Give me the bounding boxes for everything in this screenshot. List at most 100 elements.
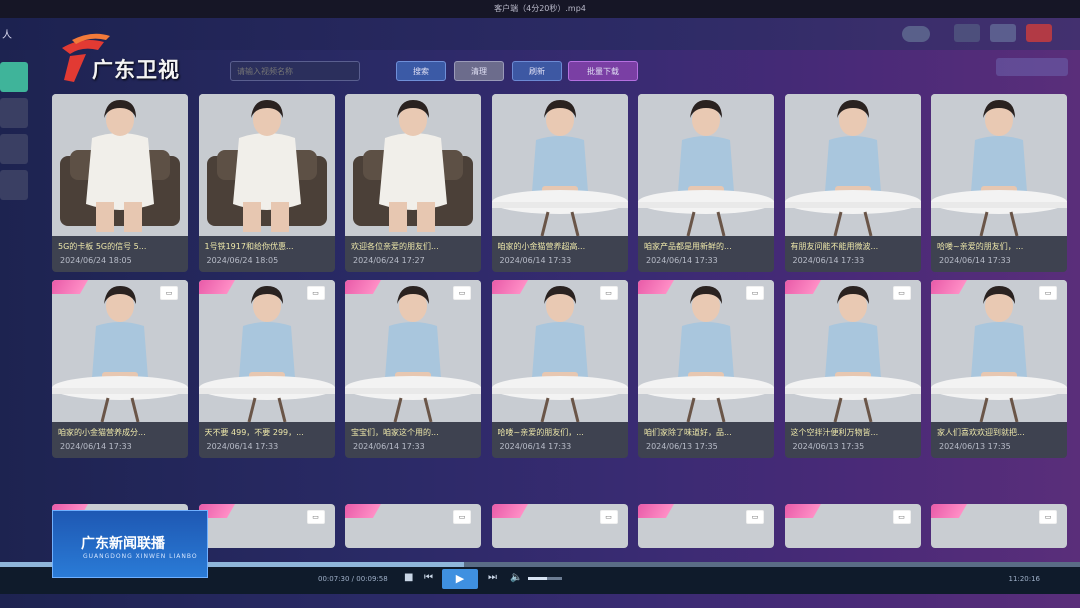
video-card[interactable]: ▭ [198,504,335,548]
select-checkbox-icon[interactable]: ▭ [599,510,618,524]
video-thumbnail[interactable] [491,280,628,422]
video-thumbnail[interactable] [931,94,1067,236]
next-icon[interactable]: ⏭ [488,572,497,583]
video-thumbnail[interactable] [52,94,188,236]
video-caption: 这个空拌汁便利万物皆... [790,428,879,437]
search-input[interactable] [230,61,360,81]
volume-icon[interactable]: 🔈 [510,572,522,583]
select-checkbox-icon[interactable]: ▭ [892,286,911,300]
video-card[interactable]: ▭ [491,504,628,548]
video-date: 2024/06/14 17:33 [646,256,718,265]
window-title: 客户端（4分20秒）.mp4 [494,4,586,13]
clear-button[interactable]: 清理 [454,61,504,81]
video-date: 2024/06/14 17:33 [499,442,572,451]
presenter-image [491,94,628,236]
maximize-button[interactable] [990,24,1016,42]
video-card[interactable]: ▭ 咱们家除了味道好，品... 2024/06/13 17:35 [638,280,774,458]
video-caption: 天不要 499，不要 299，... [204,428,304,437]
select-checkbox-icon[interactable]: ▭ [1039,510,1057,524]
news-logo-text: 广东新闻联播 [81,536,165,552]
video-thumbnail[interactable] [638,94,774,236]
sidebar-item-3[interactable] [0,134,28,164]
video-card[interactable]: 1号铁1917和给你优惠... 2024/06/24 18:05 [198,94,335,272]
video-card[interactable]: ▭ [345,504,481,548]
monitor-screen: 客户端（4分20秒）.mp4 人 广东卫视 搜索 清理 刷新 批量下载 5G的卡… [0,0,1080,608]
video-card[interactable]: ▭ 这个空拌汁便利万物皆... 2024/06/13 17:35 [784,280,921,458]
video-thumbnail[interactable] [345,94,481,236]
close-button[interactable] [1026,24,1052,42]
refresh-button[interactable]: 刷新 [512,61,562,81]
video-caption: 咱家的小金猫营养超高... [497,242,586,251]
query-button[interactable]: 搜索 [396,61,446,81]
video-card[interactable]: 咱家产品都是用新鲜的... 2024/06/14 17:33 [638,94,774,272]
select-checkbox-icon[interactable]: ▭ [892,510,911,524]
video-thumbnail[interactable] [198,280,335,422]
video-card[interactable]: ▭ [931,504,1067,548]
video-thumbnail[interactable] [198,94,335,236]
top-right-action-button[interactable] [996,58,1068,76]
presenter-image [345,94,481,236]
video-card[interactable]: 咱家的小金猫营养超高... 2024/06/14 17:33 [491,94,628,272]
presenter-image [784,94,921,236]
video-date: 2024/06/24 18:05 [60,256,132,265]
video-card[interactable]: 欢迎各位亲爱的朋友们... 2024/06/24 17:27 [345,94,481,272]
video-date: 2024/06/24 18:05 [206,256,279,265]
video-caption: 咱家产品都是用新鲜的... [644,242,732,251]
video-date: 2024/06/14 17:33 [939,256,1011,265]
video-card[interactable]: ▭ 天不要 499，不要 299，... 2024/06/14 17:33 [198,280,335,458]
select-checkbox-icon[interactable]: ▭ [306,286,325,300]
video-card[interactable]: ▭ [784,504,921,548]
video-date: 2024/06/13 17:35 [646,442,718,451]
video-caption: 1号铁1917和给你优惠... [204,242,294,251]
video-thumbnail[interactable] [491,94,628,236]
video-date: 2024/06/14 17:33 [499,256,572,265]
stop-icon[interactable]: ■ [404,572,413,583]
video-thumbnail[interactable] [638,280,774,422]
video-thumbnail[interactable] [931,280,1067,422]
video-caption: 咱们家除了味道好，品... [644,428,732,437]
video-card[interactable]: ▭ 宝宝们，咱家这个用的... 2024/06/14 17:33 [345,280,481,458]
video-card[interactable]: ▭ 家人们喜欢欢迎到就把... 2024/06/13 17:35 [931,280,1067,458]
select-checkbox-icon[interactable]: ▭ [453,286,471,300]
video-thumbnail[interactable] [784,94,921,236]
video-card[interactable]: 有朋友问能不能用微波... 2024/06/14 17:33 [784,94,921,272]
previous-icon[interactable]: ⏮ [424,572,433,583]
window-controls [954,24,1052,42]
minimize-button[interactable] [954,24,980,42]
select-checkbox-icon[interactable]: ▭ [746,286,764,300]
news-program-logo: 广东新闻联播 GUANGDONG XINWEN LIANBO [52,510,208,578]
select-checkbox-icon[interactable]: ▭ [306,510,325,524]
video-date: 2024/06/13 17:35 [939,442,1011,451]
sidebar-item-4[interactable] [0,170,28,200]
video-thumbnail[interactable] [784,280,921,422]
video-card[interactable]: 哈喽~亲爱的朋友们，... 2024/06/14 17:33 [931,94,1067,272]
sidebar-item-2[interactable] [0,98,28,128]
presenter-image [931,94,1067,236]
select-checkbox-icon[interactable]: ▭ [599,286,618,300]
presenter-image [784,280,921,422]
presenter-image [638,280,774,422]
video-card[interactable]: 5G的卡板 5G的信号 5... 2024/06/24 18:05 [52,94,188,272]
video-caption: 有朋友问能不能用微波... [790,242,879,251]
play-button[interactable]: ▶ [442,569,478,589]
batch-download-button[interactable]: 批量下载 [568,61,638,81]
user-avatar[interactable] [902,26,930,42]
window-title-bar: 客户端（4分20秒）.mp4 [0,0,1080,18]
app-name: 人 [2,30,12,41]
video-date: 2024/06/14 17:33 [206,442,279,451]
video-date: 2024/06/13 17:35 [792,442,865,451]
video-date: 2024/06/24 17:27 [353,256,425,265]
select-checkbox-icon[interactable]: ▭ [1039,286,1057,300]
select-checkbox-icon[interactable]: ▭ [746,510,764,524]
select-checkbox-icon[interactable]: ▭ [453,510,471,524]
select-checkbox-icon[interactable]: ▭ [160,286,178,300]
video-thumbnail[interactable] [52,280,188,422]
volume-slider[interactable] [528,577,562,580]
video-thumbnail[interactable] [345,280,481,422]
video-caption: 咱家的小金猫营养成分... [58,428,146,437]
presenter-image [491,280,628,422]
video-card[interactable]: ▭ [638,504,774,548]
video-card[interactable]: ▭ 哈喽~亲爱的朋友们，... 2024/06/14 17:33 [491,280,628,458]
video-card[interactable]: ▭ 咱家的小金猫营养成分... 2024/06/14 17:33 [52,280,188,458]
video-date: 2024/06/14 17:33 [353,442,425,451]
